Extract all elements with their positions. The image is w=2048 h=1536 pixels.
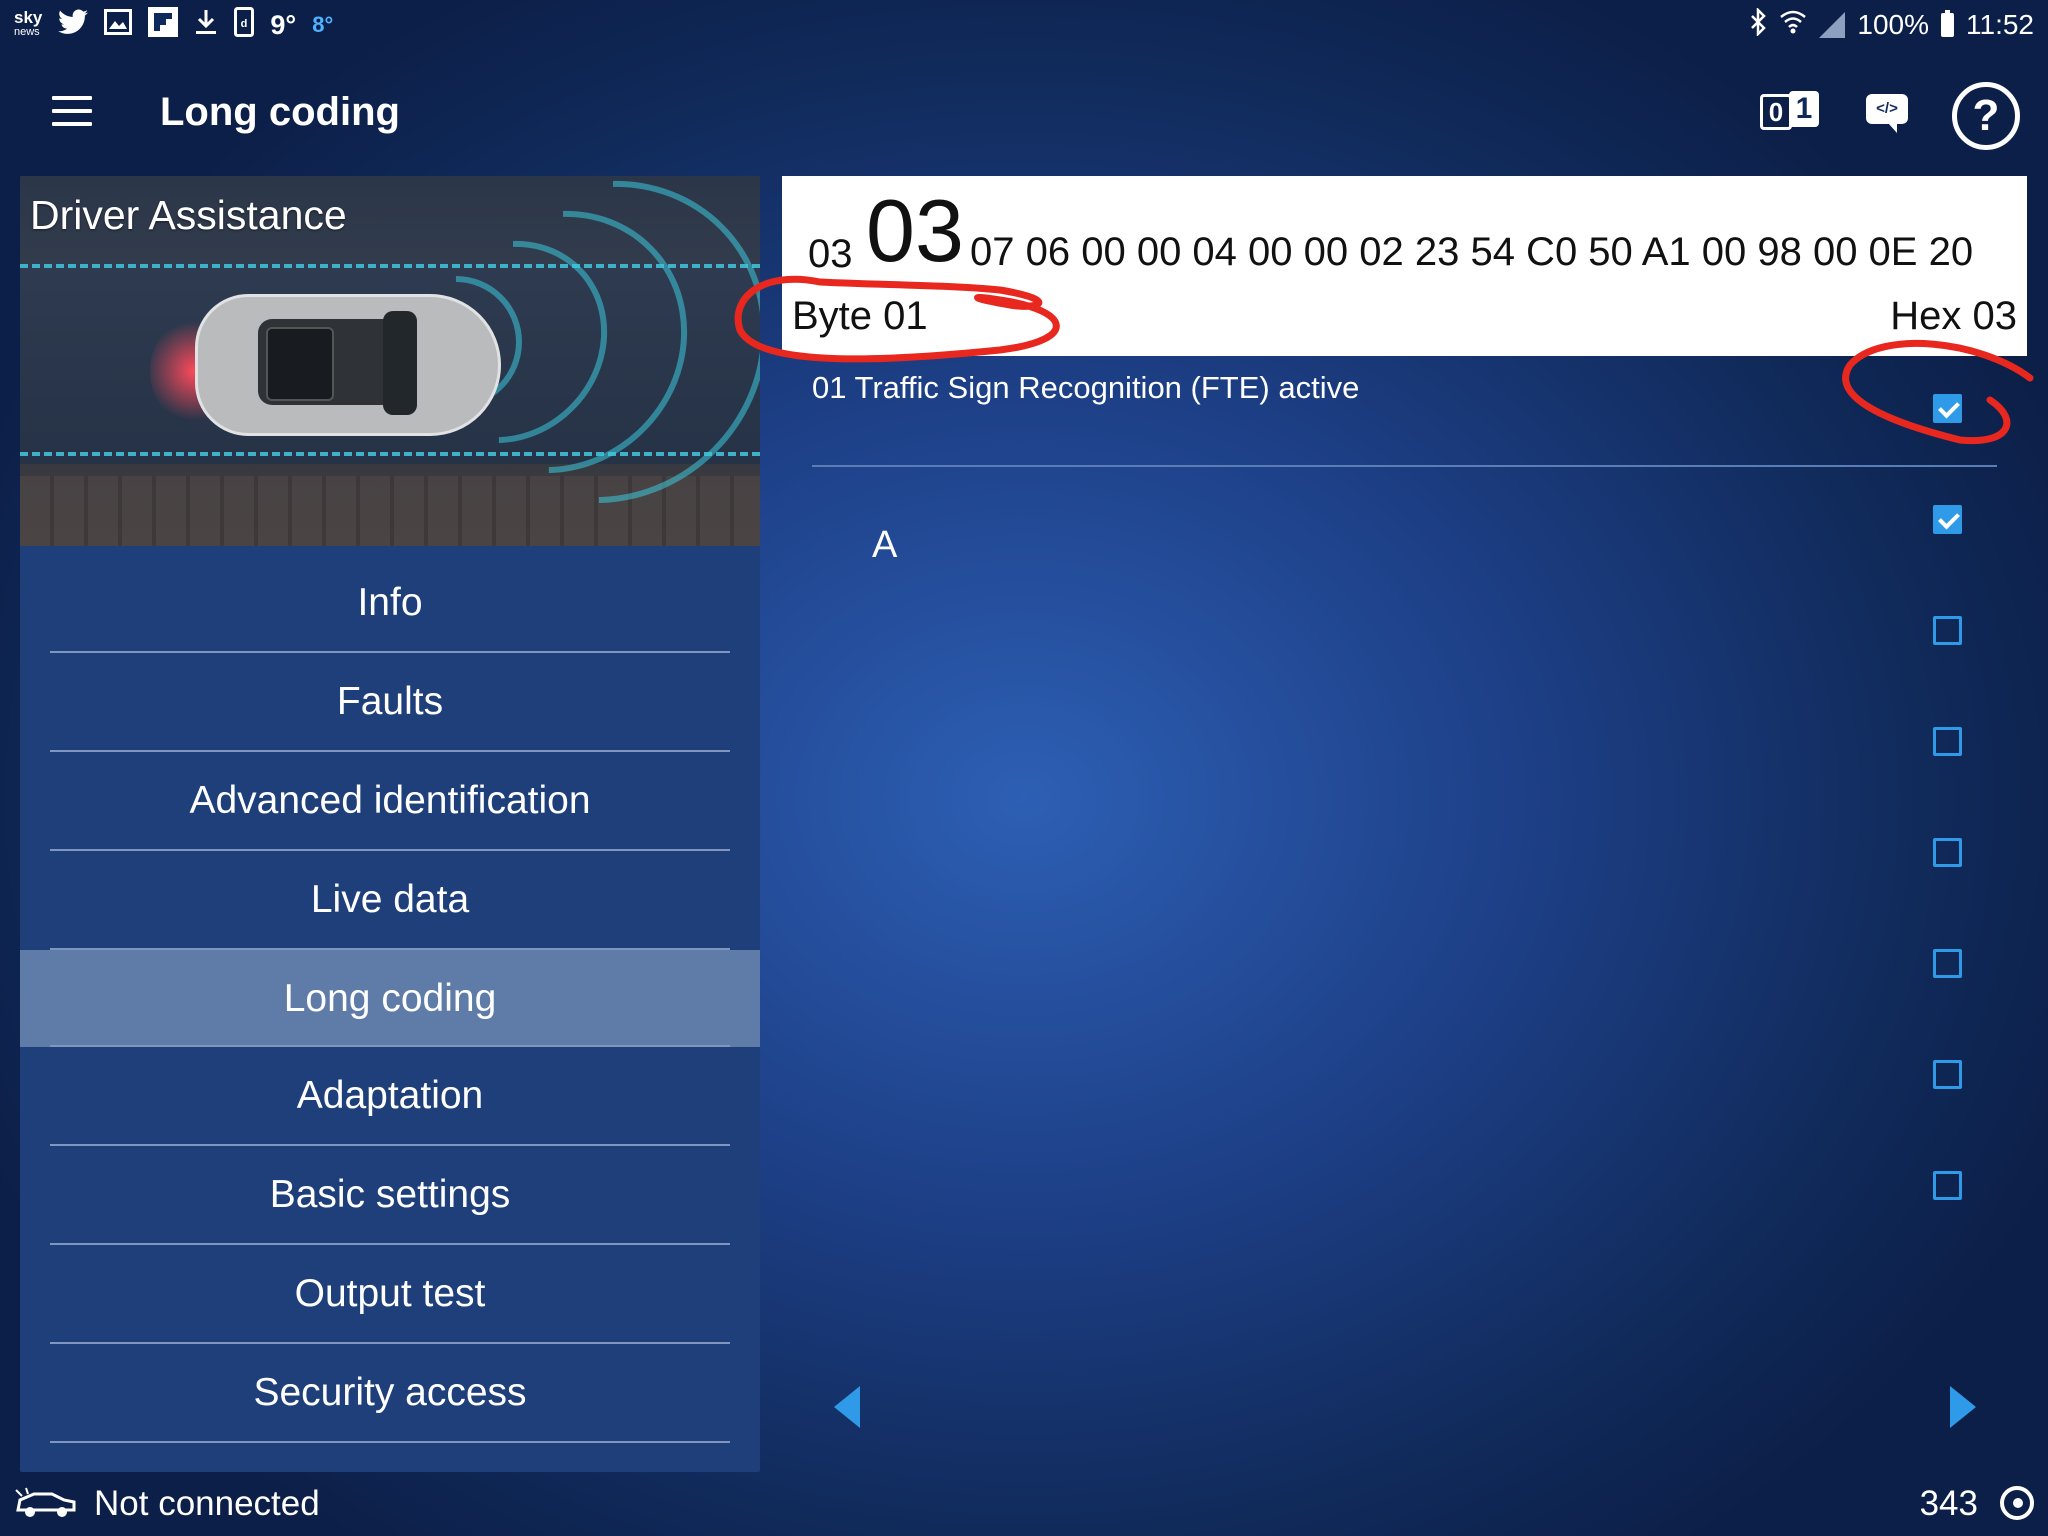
current-byte: 03 [866, 181, 964, 280]
driver-assistance-image: Driver Assistance [20, 176, 760, 546]
menu-item-long-coding[interactable]: Long coding [20, 950, 760, 1047]
bit-checkbox-6[interactable] [1933, 1060, 1962, 1089]
bit-checkbox-4[interactable] [1933, 838, 1962, 867]
app-toolbar: Long coding 0 1 </> ? [0, 50, 2048, 176]
temperature-primary: 9° [270, 9, 297, 40]
previous-byte[interactable]: 03 [808, 232, 853, 277]
status-bar: sky news d 9° 8° 100% 11:52 [0, 0, 2048, 50]
menu-item-partial[interactable]: ... [50, 1443, 730, 1473]
battery-percent: 100% [1857, 9, 1929, 40]
bit-checkbox-1[interactable] [1933, 505, 1962, 534]
clock: 11:52 [1966, 9, 2034, 40]
bit-checkbox-5[interactable] [1933, 949, 1962, 978]
code-view-button[interactable]: </> [1866, 94, 1908, 133]
flipboard-icon [148, 6, 179, 44]
binary-view-button[interactable]: 0 1 [1760, 91, 1819, 130]
bit-checkbox-0[interactable] [1933, 394, 1962, 423]
session-counter: 343 [1919, 1484, 1978, 1523]
bit-checkbox-7[interactable] [1933, 1171, 1962, 1200]
twitter-icon [58, 9, 89, 42]
menu-item-faults[interactable]: Faults [50, 653, 730, 752]
bluetooth-icon [1749, 6, 1767, 43]
bit-checkbox-2[interactable] [1933, 616, 1962, 645]
following-bytes[interactable]: 07 06 00 00 04 00 00 02 23 54 C0 50 A1 0… [970, 230, 1973, 275]
binary-zero: 0 [1760, 94, 1792, 130]
next-byte-arrow-icon[interactable] [1950, 1386, 1976, 1428]
power-icon[interactable] [2000, 1486, 2034, 1520]
app-icon: d [234, 6, 255, 44]
module-title: Driver Assistance [30, 192, 347, 238]
menu-item-live-data[interactable]: Live data [50, 851, 730, 950]
wifi-icon [1779, 9, 1807, 42]
svg-text:d: d [241, 18, 248, 30]
coding-string-box: 03 03 07 06 00 00 04 00 00 02 23 54 C0 5… [782, 176, 2027, 356]
menu-icon[interactable] [52, 96, 92, 126]
page-title: Long coding [160, 90, 400, 134]
bottom-status-bar: Not connected 343 [0, 1476, 2048, 1536]
hex-value-label: Hex 03 [1890, 294, 2017, 338]
long-coding-editor: 03 03 07 06 00 00 04 00 00 02 23 54 C0 5… [782, 176, 2027, 1472]
bit-description: 01 Traffic Sign Recognition (FTE) active [812, 370, 1360, 405]
bit-checkbox-3[interactable] [1933, 727, 1962, 756]
control-unit-panel: Driver Assistance Info Faults Advanced i… [20, 176, 760, 1472]
gallery-icon [104, 8, 133, 42]
connection-status: Not connected [94, 1484, 320, 1523]
menu-item-advanced-identification[interactable]: Advanced identification [50, 752, 730, 851]
byte-index-label: Byte 01 [792, 294, 928, 338]
signal-icon [1819, 12, 1846, 38]
bit-letter: A [872, 524, 898, 566]
menu-item-output-test[interactable]: Output test [50, 1245, 730, 1344]
menu-item-info[interactable]: Info [50, 554, 730, 653]
menu-item-security-access[interactable]: Security access [50, 1344, 730, 1443]
previous-byte-arrow-icon[interactable] [834, 1386, 860, 1428]
sky-news-icon: sky news [14, 8, 43, 38]
menu-item-basic-settings[interactable]: Basic settings [50, 1146, 730, 1245]
function-menu: Info Faults Advanced identification Live… [20, 554, 760, 1472]
battery-icon [1941, 10, 1954, 37]
divider [812, 465, 1997, 467]
help-button[interactable]: ? [1952, 82, 2020, 150]
binary-one: 1 [1789, 91, 1819, 127]
download-icon [194, 8, 218, 43]
menu-item-adaptation[interactable]: Adaptation [50, 1047, 730, 1146]
temperature-secondary: 8° [312, 12, 334, 37]
car-icon [195, 294, 501, 436]
car-connection-icon [14, 1486, 78, 1520]
